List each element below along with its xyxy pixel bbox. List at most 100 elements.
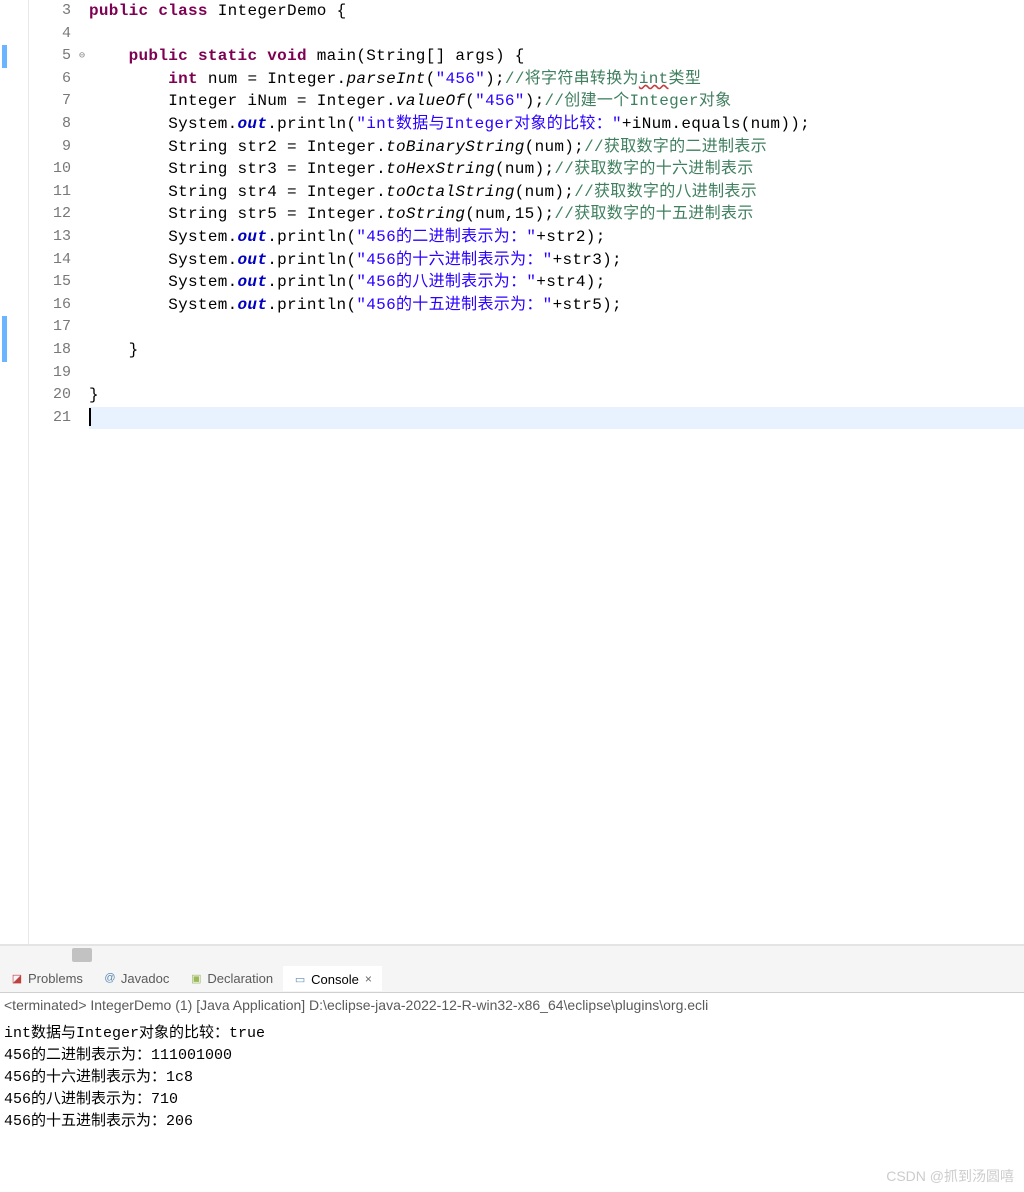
fold-column xyxy=(75,0,89,944)
marker-line xyxy=(2,316,7,339)
console-line: 456的十六进制表示为：1c8 xyxy=(4,1067,1020,1089)
marker-line xyxy=(0,181,28,204)
tab-problems[interactable]: ◪ Problems xyxy=(0,967,93,990)
code-line[interactable] xyxy=(89,316,1024,339)
fold-empty xyxy=(75,203,89,226)
marker-line xyxy=(2,45,7,68)
close-icon[interactable]: × xyxy=(365,972,372,986)
marker-line xyxy=(2,339,7,362)
horizontal-scrollbar[interactable] xyxy=(0,945,1024,964)
line-number: 8 xyxy=(29,113,71,136)
code-line[interactable]: String str5 = Integer.toString(num,15);/… xyxy=(89,203,1024,226)
line-number-gutter: 3456789101112131415161718192021 xyxy=(29,0,75,944)
line-number: 5 xyxy=(29,45,71,68)
tab-label: Problems xyxy=(28,971,83,986)
marker-line xyxy=(0,294,28,317)
line-number: 17 xyxy=(29,316,71,339)
code-line[interactable] xyxy=(89,407,1024,430)
code-line[interactable] xyxy=(89,362,1024,385)
console-icon: ▭ xyxy=(293,972,307,986)
code-line[interactable] xyxy=(89,23,1024,46)
fold-empty xyxy=(75,136,89,159)
console-line: int数据与Integer对象的比较：true xyxy=(4,1023,1020,1045)
code-line[interactable]: } xyxy=(89,339,1024,362)
code-line[interactable]: System.out.println("456的十六进制表示为："+str3); xyxy=(89,249,1024,272)
tab-console[interactable]: ▭ Console × xyxy=(283,966,382,991)
marker-line xyxy=(0,158,28,181)
fold-empty xyxy=(75,181,89,204)
scrollbar-thumb[interactable] xyxy=(72,948,92,962)
line-number: 13 xyxy=(29,226,71,249)
marker-line xyxy=(0,68,28,91)
fold-empty xyxy=(75,362,89,385)
marker-line xyxy=(0,23,28,46)
code-line[interactable]: public class IntegerDemo { xyxy=(89,0,1024,23)
line-number: 20 xyxy=(29,384,71,407)
fold-empty xyxy=(75,158,89,181)
code-lines[interactable]: public class IntegerDemo { public static… xyxy=(89,0,1024,429)
code-line[interactable]: Integer iNum = Integer.valueOf("456");//… xyxy=(89,90,1024,113)
line-number: 10 xyxy=(29,158,71,181)
marker-line xyxy=(0,271,28,294)
fold-toggle-icon[interactable] xyxy=(75,45,89,68)
line-number: 7 xyxy=(29,90,71,113)
tab-javadoc[interactable]: @ Javadoc xyxy=(93,967,179,990)
fold-empty xyxy=(75,23,89,46)
fold-empty xyxy=(75,0,89,23)
code-line[interactable]: String str3 = Integer.toHexString(num);/… xyxy=(89,158,1024,181)
code-editor[interactable]: 3456789101112131415161718192021 public c… xyxy=(0,0,1024,945)
line-number: 4 xyxy=(29,23,71,46)
declaration-icon: ▣ xyxy=(189,971,203,985)
marker-line xyxy=(0,136,28,159)
code-line[interactable]: int num = Integer.parseInt("456");//将字符串… xyxy=(89,68,1024,91)
fold-empty xyxy=(75,113,89,136)
tab-label: Javadoc xyxy=(121,971,169,986)
code-line[interactable]: System.out.println("456的十五进制表示为："+str5); xyxy=(89,294,1024,317)
marker-line xyxy=(0,203,28,226)
problems-icon: ◪ xyxy=(10,971,24,985)
fold-empty xyxy=(75,226,89,249)
fold-empty xyxy=(75,68,89,91)
tab-label: Declaration xyxy=(207,971,273,986)
tab-label: Console xyxy=(311,972,359,987)
code-line[interactable]: } xyxy=(89,384,1024,407)
code-line[interactable]: public static void main(String[] args) { xyxy=(89,45,1024,68)
code-content-area[interactable]: public class IntegerDemo { public static… xyxy=(89,0,1024,944)
fold-empty xyxy=(75,316,89,339)
marker-line xyxy=(0,90,28,113)
console-line: 456的八进制表示为：710 xyxy=(4,1089,1020,1111)
fold-empty xyxy=(75,271,89,294)
code-line[interactable]: System.out.println("456的二进制表示为："+str2); xyxy=(89,226,1024,249)
line-number: 9 xyxy=(29,136,71,159)
console-header: <terminated> IntegerDemo (1) [Java Appli… xyxy=(0,993,1024,1021)
marker-column xyxy=(0,0,29,944)
code-line[interactable]: String str2 = Integer.toBinaryString(num… xyxy=(89,136,1024,159)
marker-line xyxy=(0,113,28,136)
watermark-text: CSDN @抓到汤圆嘻 xyxy=(886,1166,1014,1186)
fold-empty xyxy=(75,339,89,362)
marker-line xyxy=(0,226,28,249)
line-number: 18 xyxy=(29,339,71,362)
views-tabstrip: ◪ Problems @ Javadoc ▣ Declaration ▭ Con… xyxy=(0,964,1024,993)
line-number: 6 xyxy=(29,68,71,91)
fold-empty xyxy=(75,294,89,317)
marker-line xyxy=(0,362,28,385)
code-line[interactable]: System.out.println("456的八进制表示为："+str4); xyxy=(89,271,1024,294)
line-number: 14 xyxy=(29,249,71,272)
tab-declaration[interactable]: ▣ Declaration xyxy=(179,967,283,990)
console-output[interactable]: int数据与Integer对象的比较：true456的二进制表示为：111001… xyxy=(0,1021,1024,1135)
console-line: 456的二进制表示为：111001000 xyxy=(4,1045,1020,1067)
marker-line xyxy=(0,384,28,407)
line-number: 21 xyxy=(29,407,71,430)
line-number: 19 xyxy=(29,362,71,385)
marker-line xyxy=(0,0,28,23)
marker-line xyxy=(0,249,28,272)
line-number: 3 xyxy=(29,0,71,23)
marker-line xyxy=(0,407,28,430)
line-number: 15 xyxy=(29,271,71,294)
line-number: 11 xyxy=(29,181,71,204)
console-line: 456的十五进制表示为：206 xyxy=(4,1111,1020,1133)
code-line[interactable]: System.out.println("int数据与Integer对象的比较："… xyxy=(89,113,1024,136)
code-line[interactable]: String str4 = Integer.toOctalString(num)… xyxy=(89,181,1024,204)
fold-empty xyxy=(75,90,89,113)
